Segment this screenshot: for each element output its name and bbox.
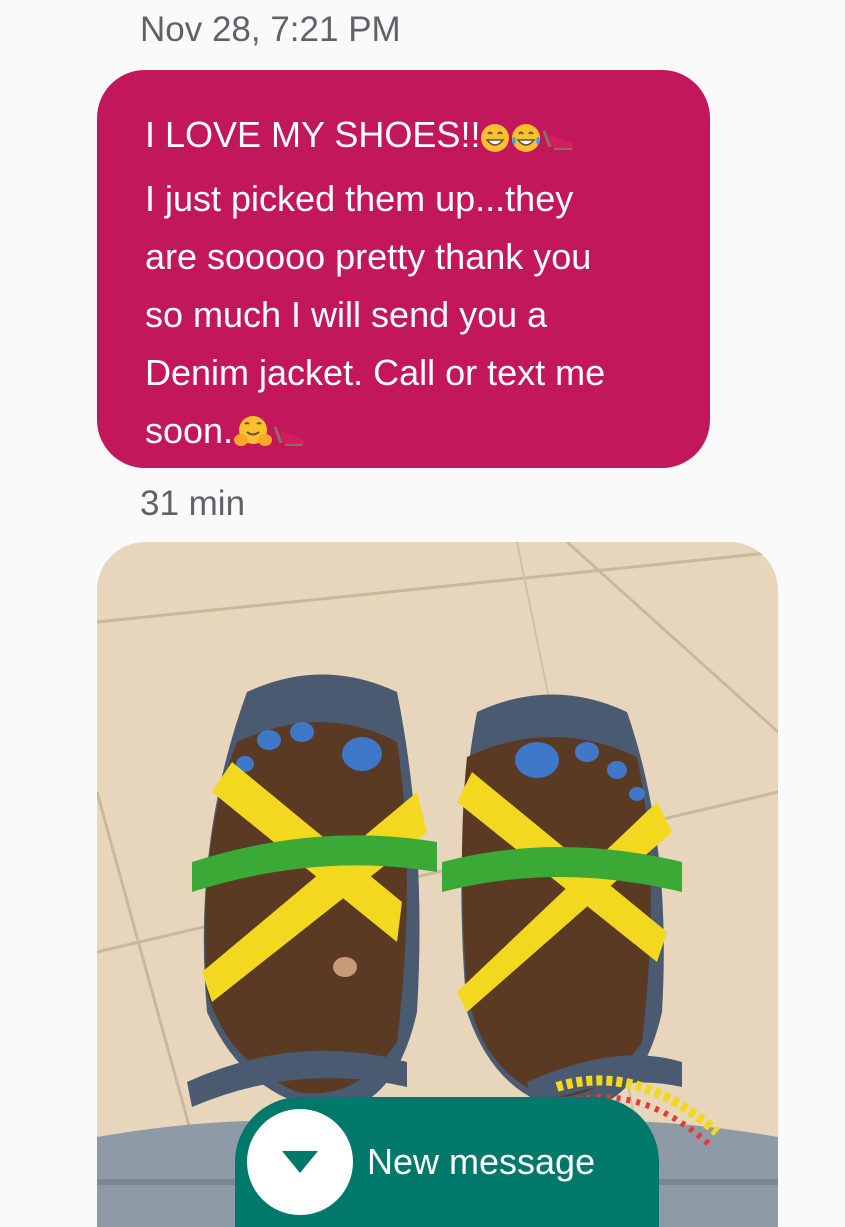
chevron-down-icon — [247, 1109, 353, 1215]
grinning-face-icon — [480, 112, 510, 170]
received-message-bubble[interactable]: I LOVE MY SHOES!! I just picked them up.… — [97, 70, 710, 468]
message-line-6: soon. — [145, 402, 670, 466]
high-heel-shoe-icon — [273, 408, 307, 466]
new-message-button[interactable]: New message — [235, 1097, 659, 1227]
message-text: I LOVE MY SHOES!! — [145, 114, 481, 155]
message-line-5: Denim jacket. Call or text me — [145, 352, 606, 393]
message-text: soon. — [145, 410, 234, 451]
message-line-2: I just picked them up...they — [145, 178, 574, 219]
message-line-4: so much I will send you a — [145, 294, 548, 335]
tears-of-joy-icon — [510, 112, 542, 170]
new-message-label: New message — [367, 1141, 596, 1182]
message-line-3: are sooooo pretty thank you — [145, 236, 592, 277]
image-timestamp: 31 min — [140, 484, 246, 523]
message-timestamp: Nov 28, 7:21 PM — [140, 10, 401, 49]
high-heel-shoe-icon — [542, 112, 576, 170]
hugging-face-icon — [233, 408, 273, 466]
message-line-1: I LOVE MY SHOES!! — [145, 106, 670, 170]
